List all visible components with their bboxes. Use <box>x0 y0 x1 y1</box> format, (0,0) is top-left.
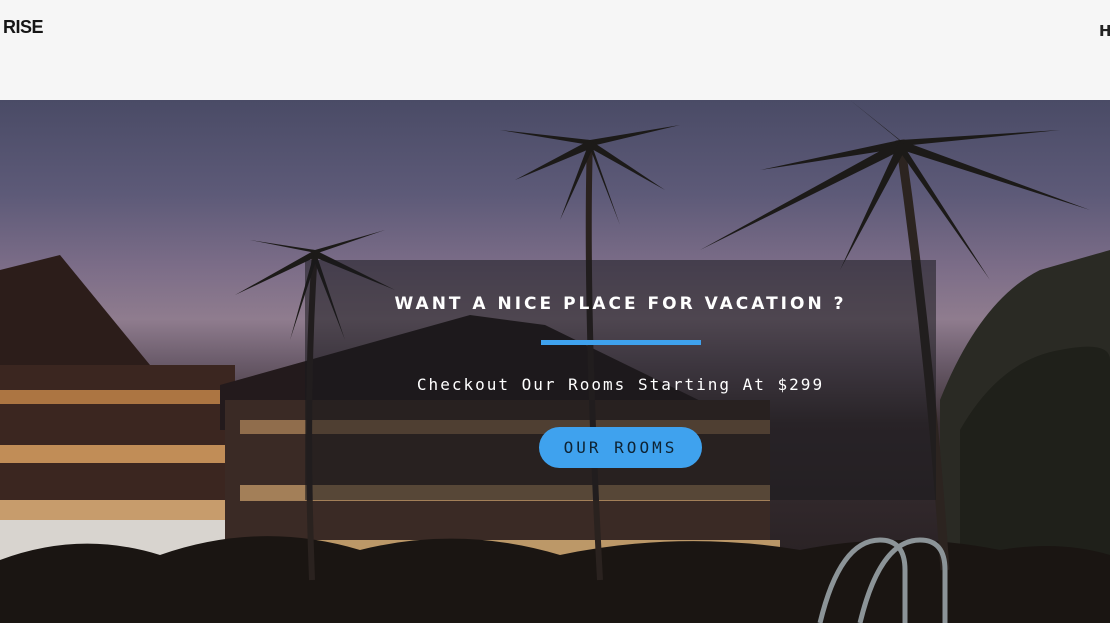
navbar: RISE H <box>0 0 1110 100</box>
our-rooms-button[interactable]: OUR ROOMS <box>539 427 702 468</box>
hero-divider <box>541 340 701 345</box>
hero-overlay-box: WANT A NICE PLACE FOR VACATION ? Checkou… <box>305 260 936 500</box>
hero-title: WANT A NICE PLACE FOR VACATION ? <box>394 294 847 314</box>
hero-subtitle: Checkout Our Rooms Starting At $299 <box>416 375 825 394</box>
hero-section: WANT A NICE PLACE FOR VACATION ? Checkou… <box>0 100 1110 623</box>
site-logo[interactable]: RISE <box>3 17 44 38</box>
nav-link-home[interactable]: H <box>1099 22 1110 40</box>
